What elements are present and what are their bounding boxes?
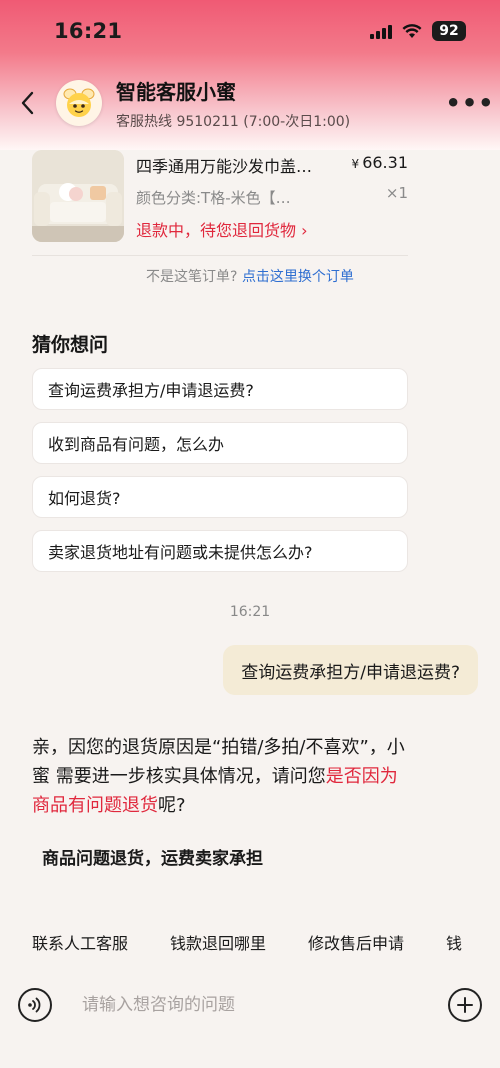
status-bar: 16:21 92 [0, 0, 500, 62]
header-text: 智能客服小蜜 客服热线 9510211 (7:00-次日1:00) [116, 76, 440, 131]
question-input[interactable] [82, 985, 430, 1025]
sofa-image-icon [32, 150, 124, 242]
price-symbol: ¥ [351, 157, 360, 171]
add-button[interactable] [448, 988, 482, 1022]
order-card[interactable]: 四季通用万能沙发巾盖… ¥66.31 颜色分类:T格-米色【… ×1 退款中，待… [32, 150, 408, 260]
status-icons: 92 [370, 21, 466, 41]
quick-action-refund-destination[interactable]: 钱款退回哪里 [170, 930, 266, 954]
product-spec: 颜色分类:T格-米色【… [136, 189, 291, 207]
suggested-question[interactable]: 查询运费承担方/申请退运费? [32, 368, 408, 410]
switch-order-line: 不是这笔订单? 点击这里换个订单 [0, 266, 500, 286]
quick-action-more[interactable]: 钱 [446, 930, 462, 954]
switch-order-prefix: 不是这笔订单? [146, 269, 242, 285]
bot-message: 亲，因您的退货原因是“拍错/多拍/不喜欢”，小蜜 需要进一步核实具体情况，请问您… [32, 733, 412, 820]
suggested-question[interactable]: 收到商品有问题，怎么办 [32, 422, 408, 464]
hotline-text: 客服热线 9510211 (7:00-次日1:00) [116, 113, 351, 130]
chevron-left-icon [21, 91, 34, 115]
user-message: 查询运费承担方/申请退运费? [223, 645, 478, 695]
plus-icon [457, 997, 473, 1013]
product-image [32, 150, 124, 242]
signal-icon [370, 23, 392, 39]
bot-option-button[interactable]: 商品问题退货，运费卖家承担 [42, 844, 263, 869]
voice-icon [28, 997, 41, 1013]
more-button[interactable]: ••• [440, 73, 500, 133]
suggested-question[interactable]: 如何退货? [32, 476, 408, 518]
divider [32, 255, 408, 256]
quick-actions: 联系人工客服 钱款退回哪里 修改售后申请 钱 [0, 922, 500, 962]
quick-action-human-agent[interactable]: 联系人工客服 [32, 930, 128, 954]
suggested-question[interactable]: 卖家退货地址有问题或未提供怎么办? [32, 530, 408, 572]
status-time: 16:21 [54, 19, 123, 43]
price-value: 66.31 [362, 153, 408, 172]
input-bar [0, 975, 500, 1035]
guess-section-title: 猜你想问 [32, 334, 109, 356]
bee-mascot-icon [63, 88, 95, 117]
order-info: 四季通用万能沙发巾盖… ¥66.31 颜色分类:T格-米色【… ×1 退款中，待… [136, 150, 408, 260]
chat-header: 智能客服小蜜 客服热线 9510211 (7:00-次日1:00) ••• [0, 70, 500, 136]
page-title: 智能客服小蜜 [116, 79, 236, 104]
voice-button[interactable] [18, 988, 52, 1022]
avatar[interactable] [56, 80, 102, 126]
message-timestamp: 16:21 [229, 604, 271, 620]
wifi-icon [402, 24, 422, 38]
bot-message-end: 呢? [158, 795, 186, 816]
quick-action-modify-request[interactable]: 修改售后申请 [308, 930, 404, 954]
product-title: 四季通用万能沙发巾盖… [136, 157, 313, 176]
switch-order-link[interactable]: 点击这里换个订单 [242, 269, 354, 285]
back-button[interactable] [0, 73, 54, 133]
product-price: ¥66.31 [352, 153, 408, 172]
product-quantity: ×1 [385, 184, 408, 202]
battery-indicator: 92 [432, 21, 466, 41]
refund-status-link[interactable]: 退款中，待您退回货物 › [136, 217, 408, 241]
